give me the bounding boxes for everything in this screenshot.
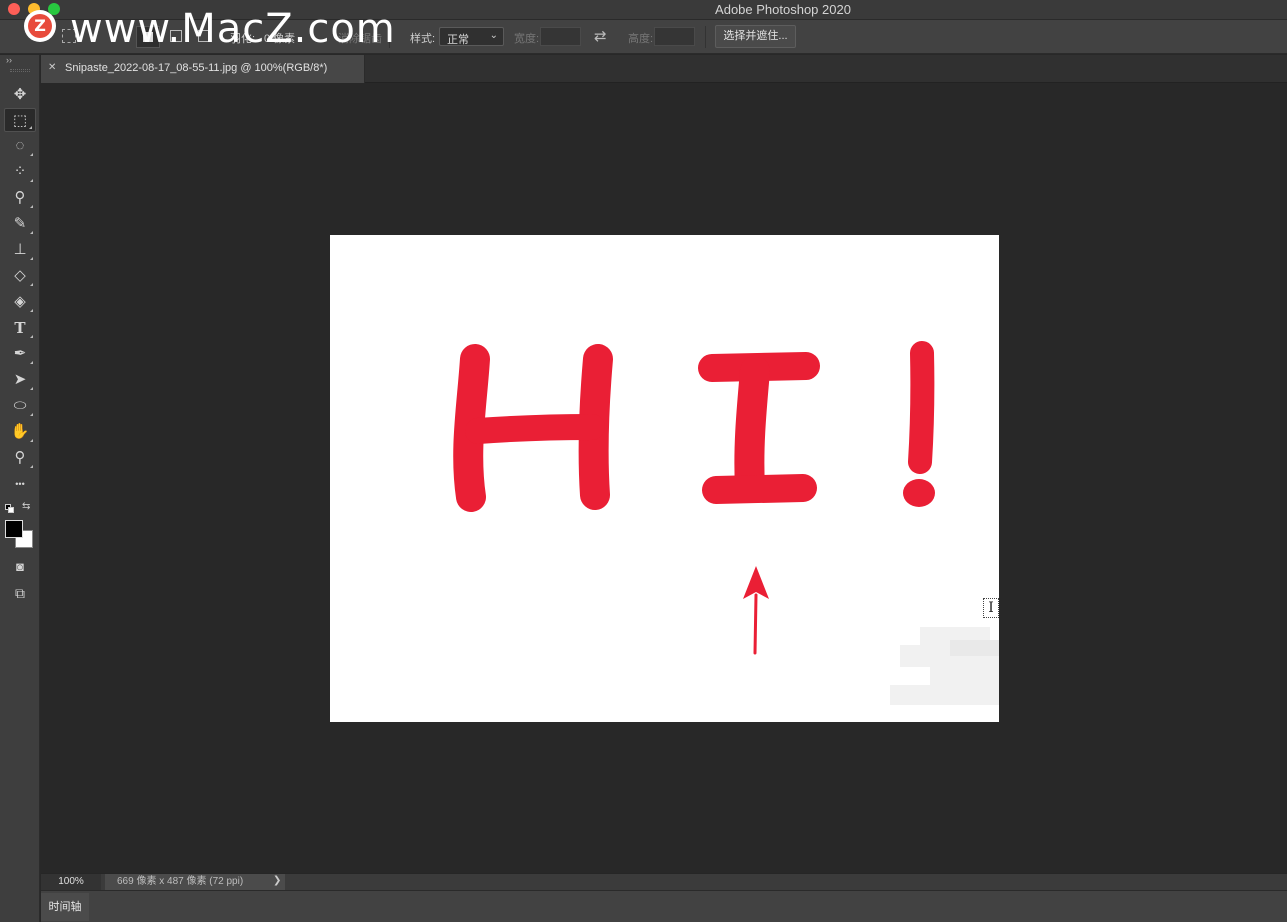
arrow-pointer-icon: ➤ <box>13 371 27 388</box>
path-select-tool[interactable]: ➤ <box>4 368 36 392</box>
move-icon: ✥ <box>13 86 27 103</box>
tool-flyout-indicator <box>30 153 33 156</box>
style-select[interactable]: 正常 ⌄ <box>439 27 504 46</box>
document-info: 669 像素 x 487 像素 (72 ppi) <box>105 874 285 890</box>
lasso-tool[interactable]: ◌ <box>4 134 36 158</box>
document-tab-title: Snipaste_2022-08-17_08-55-11.jpg @ 100%(… <box>65 62 328 74</box>
lasso-icon: ◌ <box>15 137 25 154</box>
tool-flyout-indicator <box>30 231 33 234</box>
more-tools[interactable]: ••• <box>4 472 36 496</box>
quick-select-icon: ⁘ <box>13 163 27 180</box>
stamp-icon: ⊥ <box>13 241 27 258</box>
style-select-value: 正常 <box>447 34 469 46</box>
tool-flyout-indicator <box>30 439 33 442</box>
chevron-down-icon: ⌄ <box>489 30 498 41</box>
tool-flyout-indicator <box>30 465 33 468</box>
marquee-tool[interactable]: ⬚ <box>4 108 36 132</box>
tab-timeline[interactable]: 时间轴 <box>41 893 89 921</box>
rect-marquee-icon: ⬚ <box>12 112 28 129</box>
exclamation-stroke <box>908 341 935 474</box>
letter-i-bottom-bar <box>702 474 817 504</box>
tool-flyout-indicator <box>30 179 33 182</box>
paint-bucket-tool[interactable]: ◈ <box>4 290 36 314</box>
status-menu-arrow-icon[interactable]: ❯ <box>273 875 281 886</box>
canvas-workspace[interactable]: I <box>41 84 1287 873</box>
foreground-color-swatch[interactable] <box>5 520 23 538</box>
move-tool[interactable]: ✥ <box>4 83 36 107</box>
arrow-shaft <box>753 593 758 655</box>
tool-flyout-indicator <box>30 361 33 364</box>
tool-flyout-indicator <box>30 257 33 260</box>
tool-flyout-indicator <box>30 283 33 286</box>
quick-mask-icon[interactable]: ◙ <box>4 555 36 579</box>
compression-artifacts <box>890 627 999 705</box>
pen-tool[interactable]: ✒ <box>4 342 36 366</box>
tool-flyout-indicator <box>30 205 33 208</box>
type-tool[interactable]: T <box>4 316 36 340</box>
eyedropper-icon: ⚲ <box>14 189 26 206</box>
pen-icon: ✒ <box>13 345 27 362</box>
close-tab-icon[interactable]: ✕ <box>48 62 56 73</box>
eraser-tool[interactable]: ◇ <box>4 264 36 288</box>
swap-colors-icon[interactable]: ⇆ <box>22 501 30 512</box>
watermark-text: www.MacZ.com <box>70 6 396 52</box>
hand-tool[interactable]: ✋ <box>4 420 36 444</box>
quick-select-tool[interactable]: ⁘ <box>4 160 36 184</box>
ellipsis-icon: ••• <box>15 479 25 489</box>
height-label: 高度: <box>628 33 654 45</box>
select-and-mask-button[interactable]: 选择并遮住... <box>715 25 796 48</box>
type-icon: T <box>14 319 26 337</box>
height-field[interactable] <box>654 27 695 46</box>
divider <box>705 26 706 48</box>
eyedropper-tool[interactable]: ⚲ <box>4 186 36 210</box>
letter-i-stem <box>734 356 770 502</box>
swap-dimensions-icon[interactable]: ⇄ <box>594 27 607 45</box>
watermark-logo: Z <box>24 10 56 42</box>
tool-flyout-indicator <box>30 413 33 416</box>
brush-icon: ✎ <box>13 215 27 232</box>
ellipse-tool[interactable]: ⬭ <box>4 394 36 418</box>
watermark-logo-letter: Z <box>28 14 52 38</box>
canvas-artwork <box>453 341 999 705</box>
panel-grip[interactable] <box>10 69 30 72</box>
tools-panel: ›› ✥ ⬚ ◌ ⁘ ⚲ ✎ ⊥ ◇ ◈ T ✒ ➤ ⬭ ✋ ⚲ ••• ⇆ ◙ ⧉ <box>0 55 40 922</box>
paint-bucket-icon: ◈ <box>14 293 26 310</box>
document-canvas[interactable] <box>330 235 999 722</box>
width-field[interactable] <box>540 27 581 46</box>
screen-mode-icon[interactable]: ⧉ <box>4 581 36 605</box>
ellipse-icon: ⬭ <box>13 397 27 414</box>
stamp-tool[interactable]: ⊥ <box>4 238 36 262</box>
style-label: 样式: <box>410 33 436 45</box>
zoom-tool[interactable]: ⚲ <box>4 446 36 470</box>
exclamation-dot <box>903 479 935 507</box>
collapse-panel-icon[interactable]: ›› <box>6 55 12 65</box>
document-tab[interactable]: ✕ Snipaste_2022-08-17_08-55-11.jpg @ 100… <box>41 55 365 83</box>
document-tab-bar: ✕ Snipaste_2022-08-17_08-55-11.jpg @ 100… <box>41 55 1287 83</box>
text-cursor-icon: I <box>983 598 999 618</box>
tool-flyout-indicator <box>30 309 33 312</box>
letter-h-crossbar <box>465 414 605 444</box>
tool-flyout-indicator <box>29 126 32 129</box>
tool-flyout-indicator <box>30 335 33 338</box>
hand-icon: ✋ <box>10 423 30 440</box>
eraser-icon: ◇ <box>14 267 26 284</box>
tool-flyout-indicator <box>30 387 33 390</box>
default-colors-icon[interactable] <box>5 504 15 514</box>
magnifier-icon: ⚲ <box>14 449 26 466</box>
zoom-level[interactable]: 100% <box>41 874 101 890</box>
width-label: 宽度: <box>514 33 540 45</box>
status-bar: 100% 669 像素 x 487 像素 (72 ppi) ❯ <box>41 873 1287 890</box>
brush-tool[interactable]: ✎ <box>4 212 36 236</box>
timeline-panel: 时间轴 <box>41 890 1287 922</box>
